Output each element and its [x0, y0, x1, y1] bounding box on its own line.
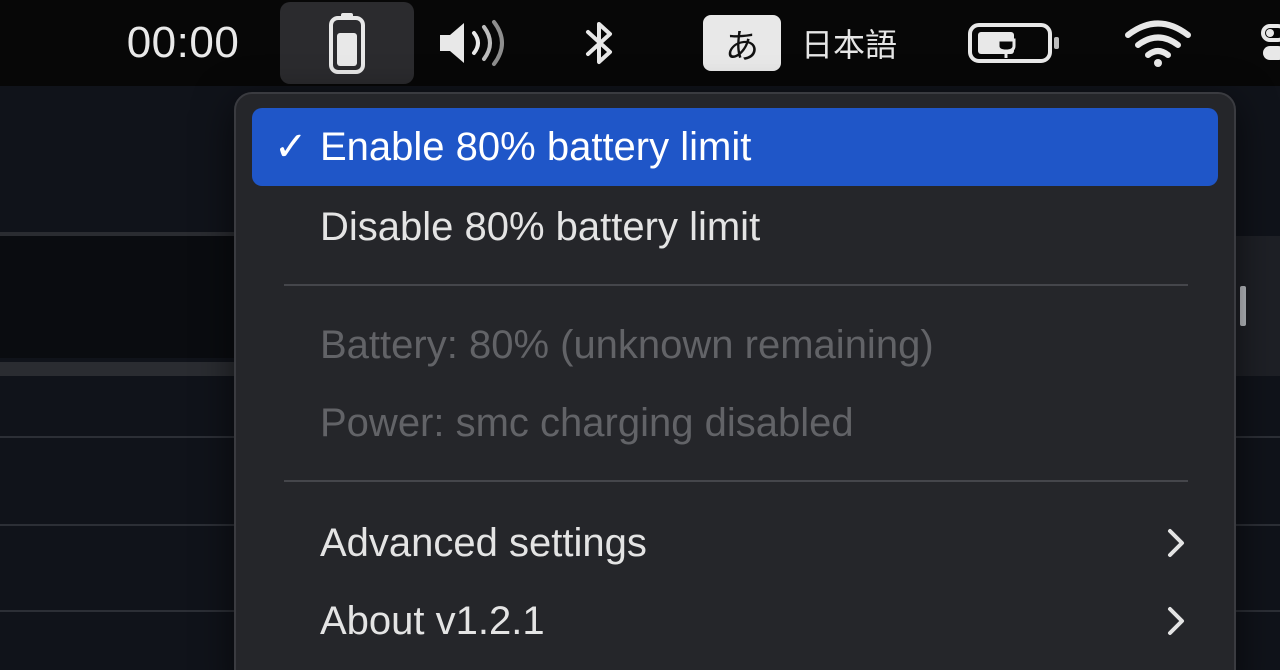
menu-item-advanced-settings[interactable]: Advanced settings: [252, 504, 1218, 582]
menu-separator: [284, 480, 1188, 482]
chevron-right-icon: [1168, 529, 1184, 557]
wifi-icon: [1125, 20, 1191, 67]
menu-item-enable-limit[interactable]: ✓ Enable 80% battery limit: [252, 108, 1218, 186]
background-panel: [0, 236, 240, 358]
menu-item-battery-status: Battery: 80% (unknown remaining): [252, 306, 1218, 384]
menu-bar: 00:00 あ 日本語: [0, 0, 1280, 86]
screen: 00:00 あ 日本語 ✓ Enable 80% battery limit D…: [0, 0, 1280, 670]
battery-app-status-item[interactable]: [280, 2, 414, 84]
checkmark-icon: ✓: [274, 125, 308, 169]
background-divider: [0, 362, 240, 376]
volume-status-item[interactable]: [432, 0, 516, 86]
battery-app-icon: [329, 13, 365, 74]
power-plug-icon: [968, 23, 1059, 63]
menu-item-label: Battery: 80% (unknown remaining): [320, 322, 934, 367]
scrollbar-thumb[interactable]: [1240, 286, 1246, 326]
menu-item-label: Advanced settings: [320, 520, 647, 565]
input-source-status-item[interactable]: あ 日本語: [690, 0, 910, 86]
menu-item-label: About v1.2.1: [320, 598, 545, 643]
chevron-right-icon: [1168, 607, 1184, 635]
menu-separator: [284, 284, 1188, 286]
input-source-label: 日本語: [800, 26, 897, 64]
volume-icon: [440, 20, 504, 66]
control-center-status-item[interactable]: [1250, 0, 1280, 86]
battery-app-menu: ✓ Enable 80% battery limit Disable 80% b…: [234, 92, 1236, 670]
menu-item-about[interactable]: About v1.2.1: [252, 582, 1218, 660]
menu-item-label: Enable 80% battery limit: [320, 124, 752, 169]
menubar-clock[interactable]: 00:00: [108, 0, 258, 86]
wifi-status-item[interactable]: [1118, 0, 1198, 86]
menu-item-disable-limit[interactable]: Disable 80% battery limit: [252, 188, 1218, 266]
menu-item-label: Disable 80% battery limit: [320, 204, 761, 249]
bluetooth-icon: [586, 22, 612, 64]
input-source-indicator: あ: [702, 15, 781, 71]
menu-item-power-status: Power: smc charging disabled: [252, 384, 1218, 462]
power-status-item[interactable]: [960, 0, 1068, 86]
menu-item-label: Power: smc charging disabled: [320, 400, 854, 445]
bluetooth-status-item[interactable]: [570, 0, 630, 86]
control-center-icon: [1261, 24, 1280, 60]
